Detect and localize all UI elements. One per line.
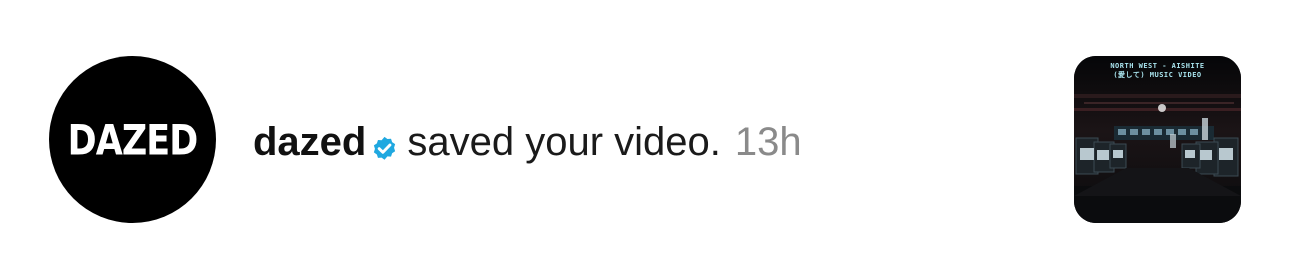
- notification-message: dazed saved your video. 13h: [253, 112, 802, 172]
- verified-badge-icon: [370, 129, 399, 160]
- avatar-logo-text: DAZED: [67, 115, 199, 164]
- username[interactable]: dazed: [253, 120, 366, 165]
- video-thumbnail[interactable]: NORTH WEST - AISHITE (愛して) MUSIC VIDEO: [1074, 56, 1241, 223]
- timestamp: 13h: [734, 119, 802, 164]
- notification-row[interactable]: DAZED dazed saved your video. 13h NORTH …: [0, 0, 1290, 280]
- avatar[interactable]: DAZED: [49, 56, 216, 223]
- thumbnail-scene: [1074, 56, 1241, 223]
- thumbnail-caption-line2: (愛して) MUSIC VIDEO: [1113, 71, 1202, 79]
- thumbnail-caption: NORTH WEST - AISHITE (愛して) MUSIC VIDEO: [1074, 62, 1241, 80]
- thumbnail-caption-line1: NORTH WEST - AISHITE: [1110, 62, 1205, 70]
- notification-action-text: saved your video.: [407, 119, 721, 164]
